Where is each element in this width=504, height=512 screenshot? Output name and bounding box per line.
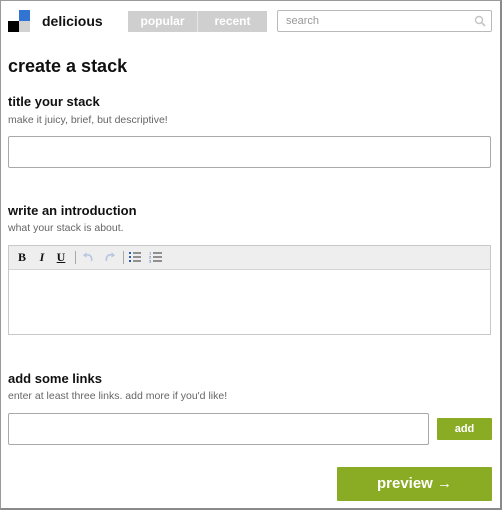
link-url-input[interactable] [8, 413, 429, 445]
intro-text-area[interactable] [9, 270, 490, 334]
toolbar-divider [75, 251, 76, 264]
page-frame: delicious popular recent create a stack … [0, 0, 502, 510]
tab-popular[interactable]: popular [128, 11, 198, 32]
search-icon[interactable] [474, 15, 486, 27]
editor-toolbar: B I U 1 2 3 [9, 246, 490, 270]
svg-text:3: 3 [149, 259, 152, 263]
logo-gray-square [19, 21, 30, 32]
tab-recent[interactable]: recent [198, 11, 267, 32]
delicious-logo[interactable] [8, 10, 30, 32]
add-link-button[interactable]: add [437, 418, 492, 440]
bulleted-list-icon[interactable] [128, 246, 142, 269]
intro-hint: what your stack is about. [8, 222, 124, 234]
title-label: title your stack [8, 94, 100, 109]
links-hint: enter at least three links. add more if … [8, 390, 228, 402]
page-title: create a stack [8, 56, 128, 76]
logo-black-square [8, 21, 19, 32]
underline-button[interactable]: U [54, 246, 68, 269]
intro-editor: B I U 1 2 3 [8, 245, 491, 335]
logo-blue-square [19, 10, 30, 21]
undo-icon[interactable] [81, 246, 95, 269]
redo-icon[interactable] [103, 246, 117, 269]
numbered-list-icon[interactable]: 1 2 3 [148, 246, 162, 269]
bold-button[interactable]: B [15, 246, 29, 269]
intro-label: write an introduction [8, 203, 137, 218]
italic-button[interactable]: I [35, 246, 49, 269]
stack-title-input[interactable] [8, 136, 491, 168]
nav-tabs: popular recent [128, 11, 267, 32]
preview-button[interactable]: preview → [337, 467, 492, 501]
search-box [277, 10, 492, 32]
brand-name[interactable]: delicious [42, 13, 103, 29]
title-hint: make it juicy, brief, but descriptive! [8, 114, 168, 126]
toolbar-divider [123, 251, 124, 264]
search-input[interactable] [278, 11, 466, 31]
links-label: add some links [8, 371, 102, 386]
